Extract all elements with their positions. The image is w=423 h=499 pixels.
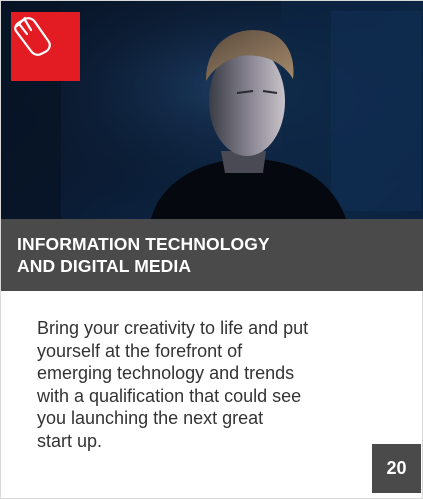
category-badge — [11, 12, 80, 81]
course-title-banner: INFORMATION TECHNOLOGY AND DIGITAL MEDIA — [1, 219, 423, 291]
description-line: Bring your creativity to life and put — [37, 318, 309, 338]
course-description: Bring your creativity to life and put yo… — [37, 317, 377, 452]
course-title-line-2: AND DIGITAL MEDIA — [17, 256, 192, 276]
description-line: yourself at the forefront of — [37, 340, 243, 361]
course-card: INFORMATION TECHNOLOGY AND DIGITAL MEDIA… — [0, 0, 423, 499]
page-number-badge[interactable]: 20 — [372, 444, 421, 493]
hero-photo — [1, 1, 423, 219]
course-title-line-1: INFORMATION TECHNOLOGY — [17, 234, 270, 254]
description-line: with a qualification that could see — [37, 385, 302, 406]
description-line: emerging technology and trends — [37, 363, 295, 383]
description-line: start up. — [37, 430, 103, 451]
description-line: you launching the next great — [37, 408, 264, 428]
computer-mouse-icon — [14, 16, 51, 56]
